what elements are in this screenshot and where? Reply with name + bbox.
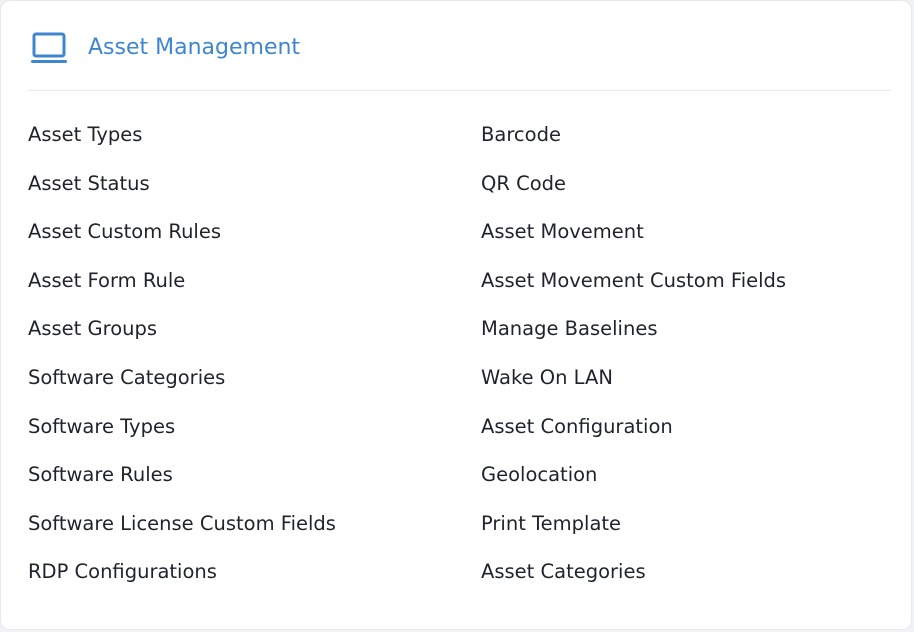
link-qr-code[interactable]: QR Code [481, 160, 901, 209]
link-asset-categories[interactable]: Asset Categories [481, 548, 901, 597]
page-title: Asset Management [88, 35, 301, 60]
link-asset-movement-custom-fields[interactable]: Asset Movement Custom Fields [481, 257, 901, 306]
link-software-rules[interactable]: Software Rules [28, 451, 448, 500]
link-software-categories[interactable]: Software Categories [28, 354, 448, 403]
link-barcode[interactable]: Barcode [481, 111, 901, 160]
link-software-types[interactable]: Software Types [28, 403, 448, 452]
link-asset-status[interactable]: Asset Status [28, 160, 448, 209]
link-manage-baselines[interactable]: Manage Baselines [481, 305, 901, 354]
link-asset-types[interactable]: Asset Types [28, 111, 448, 160]
laptop-icon [29, 31, 69, 67]
link-asset-custom-rules[interactable]: Asset Custom Rules [28, 208, 448, 257]
link-asset-configuration[interactable]: Asset Configuration [481, 403, 901, 452]
link-wake-on-lan[interactable]: Wake On LAN [481, 354, 901, 403]
link-geolocation[interactable]: Geolocation [481, 451, 901, 500]
link-asset-movement[interactable]: Asset Movement [481, 208, 901, 257]
asset-management-card: Asset Management Asset Types Asset Statu… [0, 0, 912, 630]
link-rdp-configurations[interactable]: RDP Configurations [28, 548, 448, 597]
link-asset-form-rule[interactable]: Asset Form Rule [28, 257, 448, 306]
left-link-column: Asset Types Asset Status Asset Custom Ru… [28, 111, 448, 597]
right-link-column: Barcode QR Code Asset Movement Asset Mov… [481, 111, 901, 597]
card-header: Asset Management [27, 29, 891, 91]
link-print-template[interactable]: Print Template [481, 500, 901, 549]
link-asset-groups[interactable]: Asset Groups [28, 305, 448, 354]
link-software-license-custom-fields[interactable]: Software License Custom Fields [28, 500, 448, 549]
